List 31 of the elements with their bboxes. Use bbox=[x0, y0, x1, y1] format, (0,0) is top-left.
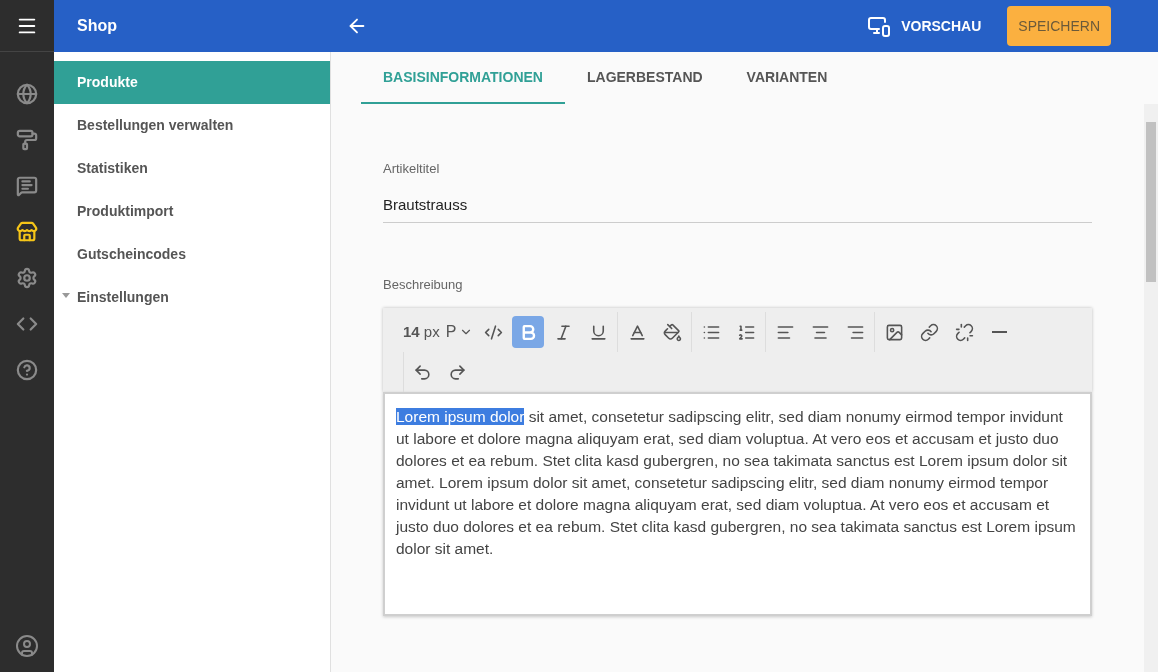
account-icon[interactable] bbox=[15, 634, 39, 658]
code-icon bbox=[483, 322, 503, 342]
color-icon bbox=[627, 322, 647, 342]
underline-icon bbox=[588, 322, 608, 342]
save-button[interactable]: SPEICHERN bbox=[1007, 6, 1111, 46]
sidebar-item[interactable]: Produktimport bbox=[54, 190, 330, 233]
fill-icon bbox=[662, 322, 682, 342]
unlink-icon bbox=[954, 322, 974, 342]
preview-button[interactable]: VORSCHAU bbox=[867, 14, 982, 38]
sidebar-item[interactable]: Statistiken bbox=[54, 147, 330, 190]
sidebar-item[interactable]: Bestellungen verwalten bbox=[54, 104, 330, 147]
sidebar-item[interactable]: Gutscheincodes bbox=[54, 233, 330, 276]
link-icon bbox=[919, 322, 939, 342]
field-label: Beschreibung bbox=[383, 275, 464, 294]
field-label: Artikeltitel bbox=[383, 160, 441, 178]
sidebar-item[interactable]: Einstellungen bbox=[54, 276, 330, 319]
app-title: Shop bbox=[77, 17, 117, 34]
rule-icon bbox=[991, 331, 1007, 333]
title-input[interactable]: Brautstrauss bbox=[383, 178, 1092, 223]
font-size-select[interactable]: 14 px bbox=[403, 320, 440, 344]
redo-icon bbox=[447, 362, 467, 382]
devices-icon bbox=[867, 14, 892, 38]
caret-icon bbox=[62, 293, 70, 298]
undo-icon bbox=[412, 362, 432, 382]
block-format-select[interactable]: P bbox=[445, 320, 474, 344]
numbers-icon bbox=[736, 322, 756, 342]
tab[interactable]: LAGERBESTAND bbox=[564, 52, 725, 104]
tab[interactable]: VARIANTEN bbox=[724, 52, 850, 104]
text-editor[interactable] bbox=[383, 392, 1092, 616]
description-text: Lorem ipsum dolor sit amet, consetetur sadipscing elitr, sed diam nonumy eirmod tempor invidunt ut labore et dolore magna aliquyam erat, sed diam voluptua. At vero eos et accusam et justo duo dolores et ea rebum. Stet clita kasd gubergren, no sea takimata sanctus est Lorem ipsum dolor sit amet. Lorem ipsum dolor sit amet, consetetur sadipscing elitr, sed diam nonumy eirmod tempor invidunt ut labore et dolore magna aliquyam erat, sed diam voluptua. At vero eos et accusam et justo duo dolores et ea rebum. Stet clita kasd gubergren, no sea takimata sanctus est Lorem ipsum dolor sit amet. bbox=[396, 407, 1077, 559]
image-icon bbox=[884, 322, 904, 342]
